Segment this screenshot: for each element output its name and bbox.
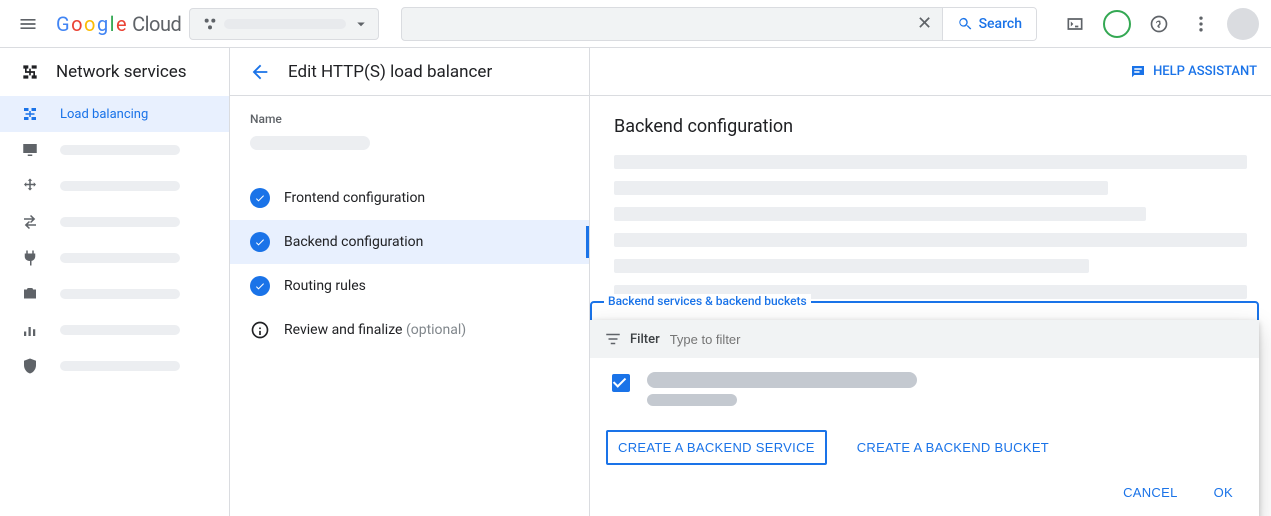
select-legend: Backend services & backend buckets [604, 294, 811, 308]
project-selector[interactable] [189, 8, 379, 40]
check-icon [250, 188, 270, 208]
cancel-button[interactable]: CANCEL [1113, 477, 1188, 508]
sidebar-item-load-balancing[interactable]: Load balancing [0, 96, 229, 132]
filter-bar: Filter [590, 320, 1259, 358]
top-bar: Google Cloud ✕ Search [0, 0, 1271, 48]
arrow-left-icon [249, 61, 271, 83]
create-backend-service-button[interactable]: CREATE A BACKEND SERVICE [606, 430, 827, 465]
load-balancing-icon [20, 105, 40, 123]
sidebar-item-placeholder[interactable] [0, 312, 229, 348]
sidebar-item-placeholder[interactable] [0, 168, 229, 204]
info-icon [250, 320, 270, 340]
sidebar: Network services Load balancing [0, 48, 230, 516]
back-button[interactable] [242, 54, 278, 90]
topbar-actions [1055, 4, 1263, 44]
move-icon [20, 177, 40, 195]
google-cloud-logo[interactable]: Google Cloud [56, 12, 181, 36]
chat-icon [1129, 63, 1147, 81]
help-assistant-link[interactable]: HELP ASSISTANT [1129, 63, 1257, 81]
project-icon [202, 16, 218, 32]
sidebar-item-placeholder[interactable] [0, 240, 229, 276]
account-avatar[interactable] [1223, 4, 1263, 44]
page-toolbar: Edit HTTP(S) load balancer [230, 48, 589, 96]
create-backend-bucket-button[interactable]: CREATE A BACKEND BUCKET [847, 432, 1059, 463]
hamburger-menu-icon[interactable] [8, 4, 48, 44]
search-bar: ✕ Search [401, 7, 1037, 41]
filter-icon [604, 330, 622, 348]
option-subtitle-placeholder [647, 394, 737, 406]
sidebar-item-placeholder[interactable] [0, 276, 229, 312]
lb-name-placeholder [250, 136, 370, 150]
check-icon [250, 276, 270, 296]
monitor-icon [20, 141, 40, 159]
status-indicator[interactable] [1097, 4, 1137, 44]
search-icon [957, 16, 973, 32]
section-heading: Backend configuration [614, 116, 1247, 137]
ok-button[interactable]: OK [1204, 477, 1243, 508]
check-icon [250, 232, 270, 252]
chevron-down-icon [352, 15, 370, 33]
name-label: Name [250, 112, 569, 126]
briefcase-icon [20, 285, 40, 303]
cloud-shell-icon[interactable] [1055, 4, 1095, 44]
step-routing[interactable]: Routing rules [250, 264, 569, 308]
plug-icon [20, 249, 40, 267]
sidebar-item-label: Load balancing [60, 107, 148, 122]
page-title: Edit HTTP(S) load balancer [288, 62, 492, 82]
filter-label: Filter [630, 332, 660, 347]
sidebar-item-placeholder[interactable] [0, 204, 229, 240]
content-pane: HELP ASSISTANT Backend configuration Bac… [590, 48, 1271, 516]
step-frontend[interactable]: Frontend configuration [250, 176, 569, 220]
content-toolbar: HELP ASSISTANT [590, 48, 1271, 96]
sidebar-item-placeholder[interactable] [0, 132, 229, 168]
step-review[interactable]: Review and finalize (optional) [250, 308, 569, 352]
step-backend[interactable]: Backend configuration [230, 220, 589, 264]
network-services-icon [20, 62, 40, 82]
option-title-placeholder [647, 372, 917, 388]
search-button[interactable]: Search [942, 8, 1036, 40]
help-icon[interactable] [1139, 4, 1179, 44]
steps-panel: Edit HTTP(S) load balancer Name Frontend… [230, 48, 590, 516]
option-checkbox[interactable] [612, 374, 630, 392]
analytics-icon [20, 321, 40, 339]
sidebar-item-placeholder[interactable] [0, 348, 229, 384]
sidebar-title: Network services [0, 48, 229, 96]
backend-option-row[interactable] [590, 358, 1259, 420]
project-name-placeholder [224, 19, 346, 29]
shield-icon [20, 357, 40, 375]
more-icon[interactable] [1181, 4, 1221, 44]
swap-icon [20, 213, 40, 231]
clear-search-icon[interactable]: ✕ [908, 13, 942, 34]
search-input[interactable] [402, 8, 907, 40]
filter-input[interactable] [668, 331, 1245, 348]
backend-dropdown-panel: Filter CREATE A BACKEND SERVICE CREATE A… [590, 320, 1259, 516]
